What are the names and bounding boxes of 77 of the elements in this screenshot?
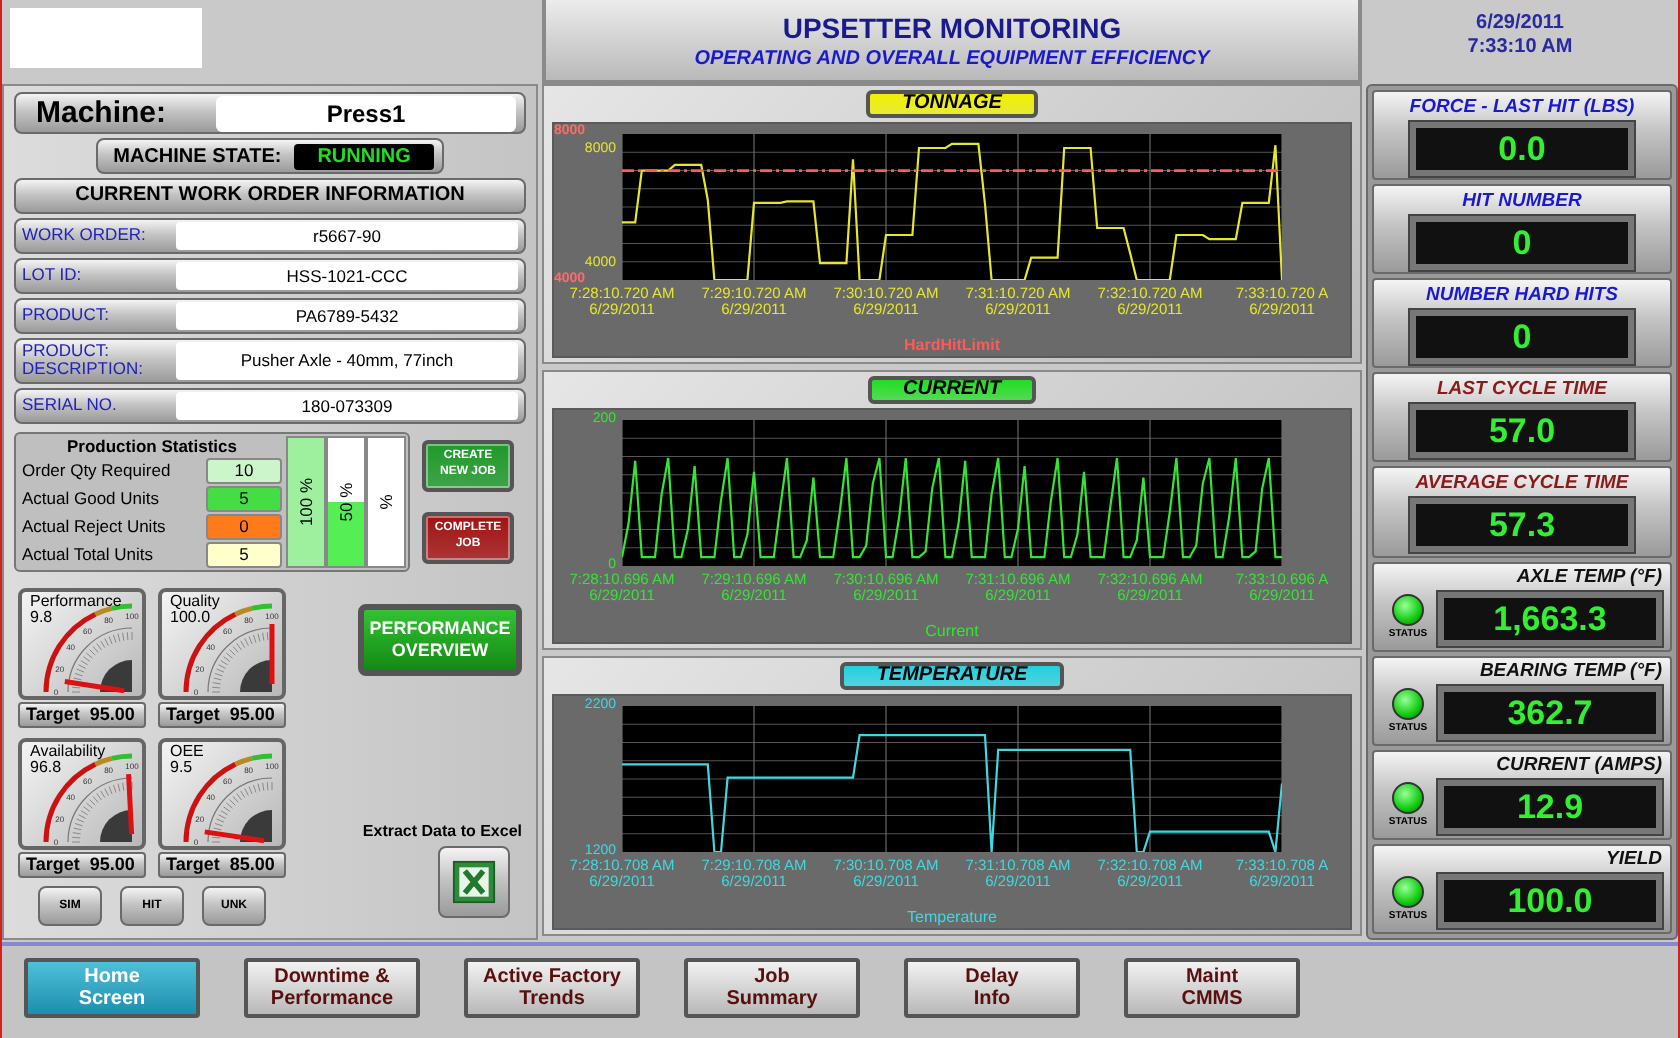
readout-title: AXLE TEMP (°F) xyxy=(1516,566,1662,589)
gauge-value: 96.8 xyxy=(30,759,62,776)
bar-label: 50 % xyxy=(336,482,356,521)
field-value: Pusher Axle - 40mm, 77inch xyxy=(176,342,518,380)
section-header: CURRENT WORK ORDER INFORMATION xyxy=(14,178,526,214)
readout-display: 362.7 xyxy=(1438,686,1662,741)
machine-state-label: MACHINE STATE: xyxy=(113,145,282,167)
app-title: UPSETTER MONITORING xyxy=(782,11,1122,43)
readout-display: 0 xyxy=(1410,309,1634,364)
field-label: PRODUCT: xyxy=(22,306,111,326)
gauge-target: Target 95.00 xyxy=(158,701,286,728)
nav-button[interactable]: Active Factory Trends xyxy=(464,958,640,1018)
legend-label: Temperature xyxy=(905,908,999,926)
gauge-needle xyxy=(126,773,135,834)
machine-field: Press1 xyxy=(216,95,516,131)
gauge-label: OEE xyxy=(170,743,204,760)
gauge-value: 9.5 xyxy=(170,759,193,776)
readout-title: FORCE - LAST HIT (LBS) xyxy=(1409,95,1635,118)
stat-label: Order Qty Required xyxy=(22,460,171,481)
bar-label: 100 % xyxy=(296,477,316,526)
nav-button[interactable]: Delay Info xyxy=(904,958,1080,1018)
field-value: HSS-1021-CCC xyxy=(176,262,518,290)
legend-label: HardHitLimit xyxy=(902,336,1002,354)
gauge-label: Availability xyxy=(30,743,106,760)
readout-title: BEARING TEMP (°F) xyxy=(1479,660,1662,683)
gauge-value: 100.0 xyxy=(170,609,211,626)
field-label: PRODUCT: DESCRIPTION: xyxy=(22,342,145,380)
gauge-needle xyxy=(64,678,125,693)
machine-state-value: RUNNING xyxy=(293,143,435,169)
app-subtitle: OPERATING AND OVERALL EQUIPMENT EFFICIENCY xyxy=(694,47,1210,69)
bar-label: % xyxy=(376,493,396,509)
date-text: 6/29/2011 xyxy=(1476,12,1564,34)
field-label: WORK ORDER: xyxy=(22,226,148,246)
gauge-target: Target 85.00 xyxy=(158,851,286,878)
nav-button[interactable]: Downtime & Performance xyxy=(244,958,420,1018)
readout-display: 100.0 xyxy=(1438,874,1662,929)
field-label: LOT ID: xyxy=(22,266,84,286)
gauge-needle xyxy=(204,828,265,843)
performance-overview-button[interactable]: PERFORMANCE OVERVIEW xyxy=(358,603,522,676)
extract-label: Extract Data to Excel xyxy=(362,821,522,844)
field-value: r5667-90 xyxy=(176,222,518,250)
readout-title: YIELD xyxy=(1606,848,1662,871)
excel-export-button[interactable] xyxy=(438,845,510,918)
readout-title: CURRENT (AMPS) xyxy=(1496,754,1662,777)
stat-label: Actual Good Units xyxy=(22,488,160,509)
stat-value: 10 xyxy=(206,457,282,484)
readout-display: 12.9 xyxy=(1438,780,1662,835)
field-value: 180-073309 xyxy=(176,391,518,420)
nav-button[interactable]: Job Summary xyxy=(684,958,860,1018)
machine-label: Machine: xyxy=(34,96,169,130)
gauge-target: Target 95.00 xyxy=(18,701,146,728)
stat-value: 5 xyxy=(206,485,282,512)
panel-title: Production Statistics xyxy=(64,435,239,456)
readout-display: 57.0 xyxy=(1410,403,1634,458)
readout-display: 1,663.3 xyxy=(1438,592,1662,647)
readout-title: AVERAGE CYCLE TIME xyxy=(1415,471,1629,494)
gauge-value: 9.8 xyxy=(30,609,53,626)
nav-button[interactable]: Maint CMMS xyxy=(1124,958,1300,1018)
readout-display: 0 xyxy=(1410,215,1634,270)
gauge-label: Quality xyxy=(170,593,220,610)
legend-label: Current xyxy=(923,622,981,640)
gauge-target: Target 95.00 xyxy=(18,851,146,878)
field-value: PA6789-5432 xyxy=(176,302,518,330)
readout-title: HIT NUMBER xyxy=(1462,189,1582,212)
stat-value: 0 xyxy=(206,513,282,540)
stat-value: 5 xyxy=(206,541,282,568)
readout-title: NUMBER HARD HITS xyxy=(1425,283,1619,306)
stat-label: Actual Total Units xyxy=(22,544,154,565)
readout-display: 57.3 xyxy=(1410,497,1634,552)
gauge-needle xyxy=(269,623,275,684)
gauge-label: Performance xyxy=(30,593,122,610)
readout-display: 0.0 xyxy=(1410,121,1634,176)
time-text: 7:33:10 AM xyxy=(1467,36,1573,58)
readout-title: LAST CYCLE TIME xyxy=(1437,377,1607,400)
spreadsheet-icon xyxy=(452,857,496,906)
stat-label: Actual Reject Units xyxy=(22,516,166,537)
field-label: SERIAL NO. xyxy=(22,396,119,415)
